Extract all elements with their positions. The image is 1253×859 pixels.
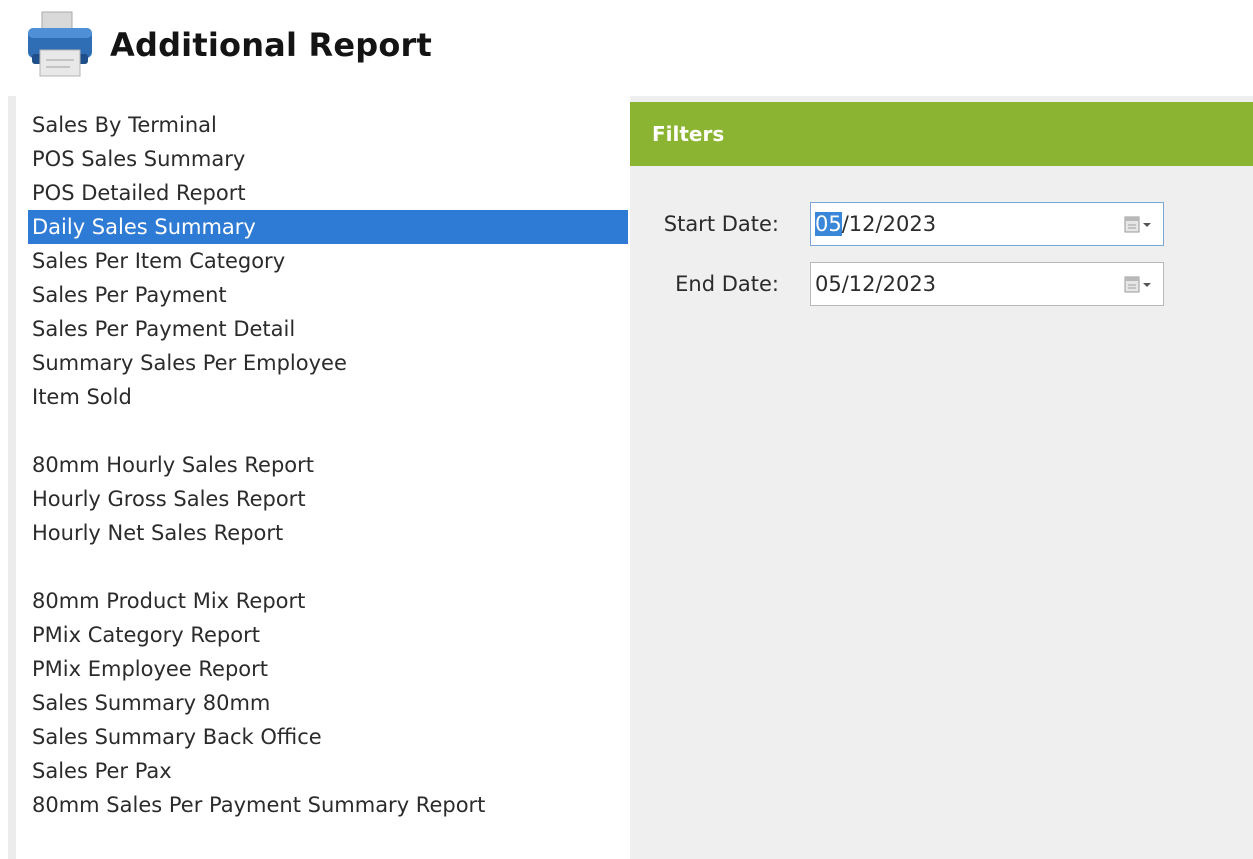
report-list-item[interactable]: Summary Sales Per Employee [28, 346, 628, 380]
report-list-item[interactable]: 80mm Product Mix Report [28, 584, 628, 618]
start-date-row: Start Date: 05/12/2023 [630, 202, 1253, 248]
report-list-item[interactable]: Daily Sales Summary [28, 210, 628, 244]
additional-report-page: Additional Report Sales By Terminal POS S… [0, 0, 1253, 859]
report-list-item[interactable]: Sales Per Pax [28, 754, 628, 788]
end-date-label: End Date: [675, 272, 779, 296]
report-list-item[interactable]: Sales By Terminal [28, 108, 628, 142]
page-header: Additional Report [0, 0, 1253, 92]
report-list-item[interactable]: POS Sales Summary [28, 142, 628, 176]
calendar-dropdown-icon[interactable] [1123, 215, 1153, 235]
report-list-item[interactable]: Sales Per Item Category [28, 244, 628, 278]
report-list-panel: Sales By Terminal POS Sales Summary POS De… [8, 96, 628, 859]
report-list-item[interactable]: Sales Per Payment Detail [28, 312, 628, 346]
report-list: Sales By Terminal POS Sales Summary POS De… [28, 108, 628, 822]
printer-icon [28, 11, 92, 77]
filters-header: Filters [630, 102, 1253, 166]
end-date-row: End Date: 05/12/2023 [630, 262, 1253, 308]
report-list-item[interactable]: Hourly Net Sales Report [28, 516, 628, 550]
end-date-input[interactable]: 05/12/2023 [810, 262, 1164, 306]
report-list-item[interactable]: Sales Summary 80mm [28, 686, 628, 720]
page-title: Additional Report [110, 26, 432, 64]
filters-title: Filters [652, 122, 725, 146]
start-date-rest: /12/2023 [841, 212, 937, 236]
start-date-label: Start Date: [663, 212, 779, 236]
report-list-item[interactable]: Sales Summary Back Office [28, 720, 628, 754]
report-list-item[interactable]: Hourly Gross Sales Report [28, 482, 628, 516]
report-list-item[interactable]: PMix Category Report [28, 618, 628, 652]
report-list-item[interactable]: 80mm Hourly Sales Report [28, 448, 628, 482]
filters-panel: Filters Start Date: 05/12/2023 End Date:… [630, 96, 1253, 859]
end-date-value: 05/12/2023 [815, 272, 937, 296]
start-date-value: 05/12/2023 [815, 212, 936, 236]
list-group-separator [28, 550, 628, 584]
report-list-item[interactable]: PMix Employee Report [28, 652, 628, 686]
calendar-dropdown-icon[interactable] [1123, 275, 1153, 295]
report-list-item[interactable]: 80mm Sales Per Payment Summary Report [28, 788, 628, 822]
start-date-selected-segment: 05 [815, 212, 842, 236]
report-list-item[interactable]: POS Detailed Report [28, 176, 628, 210]
report-list-item[interactable]: Sales Per Payment [28, 278, 628, 312]
list-group-separator [28, 414, 628, 448]
start-date-input[interactable]: 05/12/2023 [810, 202, 1164, 246]
report-list-item[interactable]: Item Sold [28, 380, 628, 414]
